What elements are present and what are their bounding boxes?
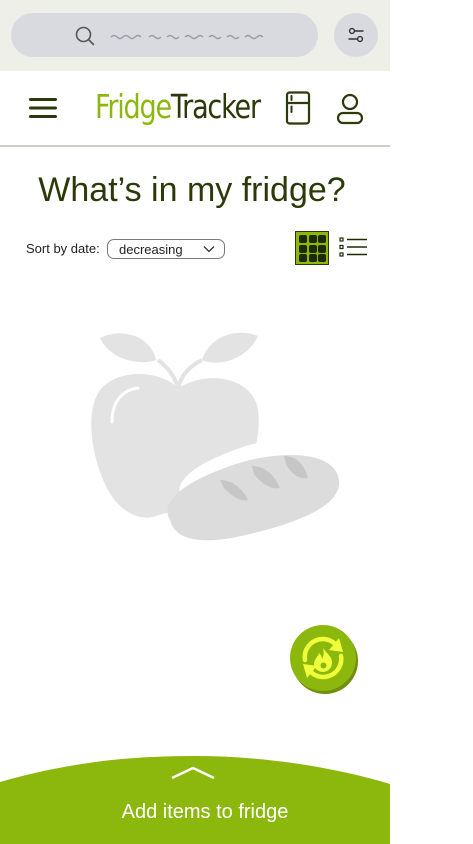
refresh-flame-icon[interactable] [289,624,359,694]
search-icon [75,26,95,46]
logo-tracker-text: Tracker [170,87,261,126]
app-screen: FridgeTracker What’s in my fridge? Sort … [0,0,390,844]
filter-button[interactable] [334,13,378,57]
app-header: FridgeTracker [0,71,390,147]
search-bar-area [0,0,390,71]
search-placeholder [110,34,264,40]
fridge-icon[interactable] [285,91,311,125]
add-items-label: Add items to fridge [121,801,289,823]
grid-view-button[interactable] [295,231,329,265]
chevron-up-icon[interactable] [170,766,216,780]
app-logo[interactable]: FridgeTracker [95,85,261,129]
chevron-down-icon [203,246,215,253]
sort-value: decreasing [119,242,183,257]
sort-dropdown[interactable]: decreasing [107,239,225,259]
empty-fridge-illustration [91,332,340,541]
sort-label: Sort by date: [26,241,100,256]
sliders-icon [348,27,364,43]
logo-fridge-text: Fridge [95,87,172,126]
user-icon[interactable] [336,93,364,125]
hamburger-icon[interactable] [29,97,59,119]
page-title: What’s in my fridge? [38,171,346,209]
add-items-sheet[interactable]: Add items to fridge [0,756,390,844]
search-input[interactable] [11,13,318,57]
list-icon[interactable] [339,236,367,258]
